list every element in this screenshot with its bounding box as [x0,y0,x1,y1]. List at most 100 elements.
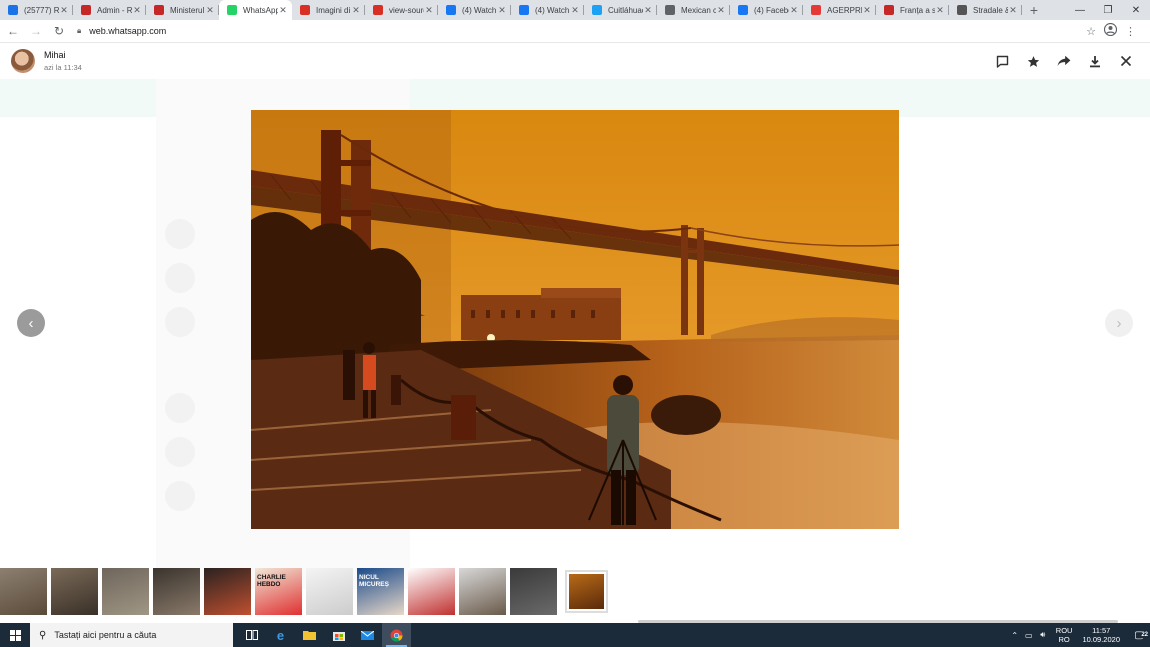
address-bar[interactable]: 🔒︎ web.whatsapp.com [77,22,1086,41]
browser-tab[interactable]: AGERPRES✕ [803,0,876,20]
browser-tab[interactable]: WhatsApp ✕ [219,0,292,20]
thumbnail-image [459,568,506,615]
thumb-rubble-2[interactable] [51,568,98,615]
thumb-golden-gate[interactable] [565,570,608,613]
tab-close-icon[interactable]: ✕ [278,5,288,16]
thumb-man-portrait[interactable]: NICUL MICUREȘ [357,568,404,615]
tab-close-icon[interactable]: ✕ [716,5,726,16]
browser-tab[interactable]: (4) Watch ✕ [438,0,511,20]
tab-title: Imagini di [316,5,351,15]
tab-close-icon[interactable]: ✕ [1008,5,1018,16]
tab-title: Franța a su [900,5,935,15]
thumbnail-image: CHARLIE HEBDO [255,568,302,615]
taskbar-clock[interactable]: 11:57 10.09.2020 [1082,626,1120,644]
sender-info[interactable]: Mihai azi la 11:34 [44,50,82,72]
tab-title: (4) Facebo [754,5,789,15]
browser-tab[interactable]: Admin - R ✕ [73,0,146,20]
notifications-icon[interactable]: ▢ 22 [1128,630,1150,641]
mail-icon[interactable] [353,623,382,647]
avatar[interactable] [11,49,35,73]
thumbnail-image [306,568,353,615]
thumb-charlie-hebdo[interactable]: CHARLIE HEBDO [255,568,302,615]
chrome-icon[interactable] [382,623,411,647]
tab-close-icon[interactable]: ✕ [424,5,434,16]
browser-tab[interactable]: (4) Facebo ✕ [730,0,803,20]
thumb-rubble-1[interactable] [0,568,47,615]
tab-title: (4) Watch [535,5,570,15]
previous-media-button[interactable]: ‹ [17,309,45,337]
tab-close-icon[interactable]: ✕ [497,5,507,16]
search-placeholder: Tastați aici pentru a căuta [54,630,157,640]
media-thumbnail-strip: CHARLIE HEBDO NICUL MICUREȘ [0,568,608,615]
task-view-icon[interactable] [237,623,266,647]
thumb-doc-photo[interactable] [459,568,506,615]
window-controls: — ❐ ✕ [1066,0,1150,20]
tab-close-icon[interactable]: ✕ [935,5,945,16]
chevron-left-icon: ‹ [28,314,34,332]
thumbnail-image [569,574,604,609]
tab-close-icon[interactable]: ✕ [570,5,580,16]
forward-nav-icon[interactable]: → [26,24,46,38]
link-icon [957,5,967,15]
go-to-message-icon[interactable] [994,53,1010,69]
reload-icon[interactable]: ↻ [49,24,69,38]
background-avatar [165,219,195,249]
edge-icon[interactable]: e [266,623,295,647]
agerpres-icon [811,5,821,15]
volume-icon[interactable]: 🔊︎ [1036,630,1050,640]
download-icon[interactable] [1087,53,1103,69]
thumbnail-caption: NICUL MICUREȘ [359,574,389,588]
browser-tab[interactable]: Stradale & ✕ [949,0,1022,20]
tab-close-icon[interactable]: ✕ [132,5,142,16]
tab-title: Cuitláhuac [608,5,643,15]
search-icon: ⚲ [39,629,47,641]
tab-close-icon[interactable]: ✕ [789,5,799,16]
tab-close-icon[interactable]: ✕ [643,5,653,16]
tab-title: view-sourc [389,5,424,15]
tab-close-icon[interactable]: ✕ [351,5,361,16]
main-photo [251,110,899,529]
browser-tab-strip: (25777) R ✕ Admin - R ✕ Ministerul ✕ WhatsApp ✕… [0,0,1150,20]
browser-tab[interactable]: Mexican c ✕ [657,0,730,20]
thumb-explosion-2[interactable] [204,568,251,615]
close-icon[interactable] [1118,53,1134,69]
minimize-icon[interactable]: — [1066,0,1094,20]
thumb-document[interactable] [306,568,353,615]
store-icon[interactable] [324,623,353,647]
taskbar-search-box[interactable]: ⚲ Tastați aici pentru a căuta [30,623,233,647]
browser-tab[interactable]: Cuitláhuac ✕ [584,0,657,20]
sender-name: Mihai [44,50,66,60]
thumb-street[interactable] [102,568,149,615]
browser-tab[interactable]: (4) Watch ✕ [511,0,584,20]
language-indicator[interactable]: ROU RO [1056,626,1073,644]
windows-start-button[interactable] [0,623,30,647]
browser-tab[interactable]: Franța a su✕ [876,0,949,20]
file-explorer-icon[interactable] [295,623,324,647]
restore-icon[interactable]: ❐ [1094,0,1122,20]
browser-tab[interactable]: Ministerul ✕ [146,0,219,20]
browser-toolbar: ← → ↻ 🔒︎ web.whatsapp.com ☆ ⋮ [0,20,1150,43]
new-tab-button[interactable]: + [1022,0,1046,20]
thumbnail-image [102,568,149,615]
bookmark-star-icon[interactable]: ☆ [1086,25,1096,38]
tab-close-icon[interactable]: ✕ [59,5,69,16]
thumb-explosion-1[interactable] [153,568,200,615]
browser-tab[interactable]: (25777) R ✕ [0,0,73,20]
menu-icon[interactable]: ⋮ [1125,25,1136,38]
browser-tab[interactable]: view-sourc ✕ [365,0,438,20]
lock-icon[interactable]: 🔒︎ [77,26,81,36]
star-icon[interactable] [1025,53,1041,69]
chevron-up-icon[interactable]: ⌃ [1008,631,1022,640]
back-icon[interactable]: ← [3,24,23,38]
network-icon[interactable]: ▭ [1022,631,1036,640]
next-media-button[interactable]: › [1105,309,1133,337]
background-avatar [165,307,195,337]
browser-tab[interactable]: Imagini di ✕ [292,0,365,20]
tab-close-icon[interactable]: ✕ [205,5,215,16]
thumb-protest[interactable] [510,568,557,615]
thumb-chart[interactable] [408,568,455,615]
tab-close-icon[interactable]: ✕ [862,5,872,16]
profile-icon[interactable] [1103,22,1118,39]
window-close-icon[interactable]: ✕ [1122,0,1150,20]
forward-icon[interactable] [1056,53,1072,69]
